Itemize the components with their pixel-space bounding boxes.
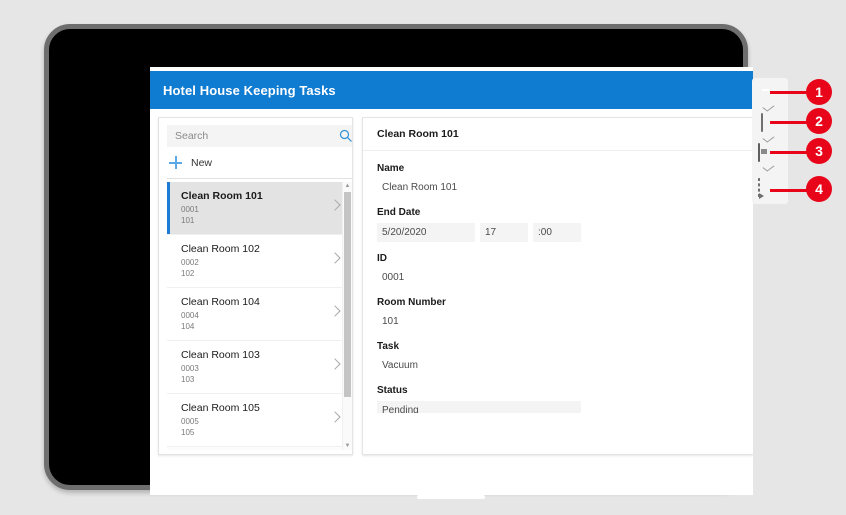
list-item-title: Clean Room 104 [181,296,260,308]
field-task-value[interactable]: Vacuum [377,357,753,374]
field-room-number: Room Number 101 [377,297,753,330]
chevron-down-icon[interactable] [762,162,775,172]
field-name: Name Clean Room 101 [377,163,753,196]
search-icon[interactable] [339,129,352,143]
detail-title: Clean Room 101 [377,128,459,140]
scroll-up-icon[interactable]: ▲ [344,182,351,190]
list-item[interactable]: Clean Room 103 0003 103 [167,341,352,394]
field-task: Task Vacuum [377,341,753,374]
field-end-date-row: 5/20/2020 17 :00 [377,223,753,242]
list-item-title: Clean Room 105 [181,402,260,414]
field-id: ID 0001 [377,253,753,286]
app-title: Hotel House Keeping Tasks [163,82,336,98]
list-item-room: 102 [181,269,195,278]
field-id-value[interactable]: 0001 [377,269,753,286]
list-item-title: Clean Room 101 [181,190,263,202]
detail-form: Name Clean Room 101 End Date 5/20/2020 1… [363,151,753,454]
list-item[interactable]: Clean Room 104 0004 104 [167,288,352,341]
field-id-label: ID [377,253,387,264]
callout-badge-3: 3 [806,138,832,164]
task-list[interactable]: Clean Room 101 0001 101 Clean Room 102 0… [167,182,352,450]
chevron-right-icon [329,252,341,264]
plus-icon [169,156,182,169]
screenshot-snip-icon[interactable] [758,178,778,197]
list-item[interactable]: Clean Room 101 0001 101 [167,182,352,235]
list-panel: New Clean Room 101 0001 101 Clean Room [158,117,353,455]
list-item-title: Clean Room 102 [181,243,260,255]
field-name-value[interactable]: Clean Room 101 [377,179,753,196]
chevron-down-icon[interactable] [762,133,775,143]
list-item-id: 0001 [181,205,199,214]
chevron-right-icon [329,305,341,317]
search-input[interactable] [167,129,327,143]
app-header: Hotel House Keeping Tasks [150,71,753,109]
field-end-date: End Date 5/20/2020 17 :00 [377,207,753,242]
new-button-label: New [191,156,213,169]
end-date-date-input[interactable]: 5/20/2020 [377,223,475,242]
field-status: Status Pending [377,385,753,413]
app-body: New Clean Room 101 0001 101 Clean Room [150,109,753,455]
field-status-clip: Pending [377,401,753,413]
tablet-device-frame: Hotel House Keeping Tasks Search New Cle… [44,24,753,499]
callout-badge-1: 1 [806,79,832,105]
end-date-minute-input[interactable]: :00 [533,223,581,242]
list-item[interactable]: Clean Room 105 0005 105 [167,394,352,447]
new-button[interactable]: New [169,156,212,169]
list-item-room: 103 [181,375,195,384]
chevron-right-icon [329,199,341,211]
chevron-right-icon [329,358,341,370]
device-screen: Hotel House Keeping Tasks Search New Cle… [150,67,753,495]
detail-panel: Clean Room 101 Name Clean Room 101 End D… [362,117,753,455]
end-date-hour-input[interactable]: 17 [480,223,528,242]
field-status-value[interactable]: Pending [377,401,581,413]
list-divider [167,178,352,179]
annotation-toolbar [752,78,788,204]
search-box[interactable] [167,125,352,147]
list-item-id: 0003 [181,364,199,373]
detail-header: Clean Room 101 [363,118,753,151]
field-room-number-value[interactable]: 101 [377,313,753,330]
field-task-label: Task [377,341,400,352]
list-item-room: 101 [181,216,195,225]
field-end-date-label: End Date [377,207,421,218]
list-item[interactable]: Clean Room 102 0002 102 [167,235,352,288]
list-item-id: 0002 [181,258,199,267]
list-item-room: 105 [181,428,195,437]
chevron-down-icon[interactable] [762,102,775,112]
home-indicator [417,495,485,499]
list-scrollbar[interactable]: ▲ ▼ [342,182,352,450]
list-item-title: Clean Room 103 [181,349,260,361]
callout-badge-4: 4 [806,176,832,202]
selection-accent-bar [167,182,170,234]
callout-badge-2: 2 [806,108,832,134]
list-item-room: 104 [181,322,195,331]
scrollbar-thumb[interactable] [344,192,351,397]
field-status-label: Status [377,385,408,396]
list-item-id: 0005 [181,417,199,426]
list-item-id: 0004 [181,311,199,320]
screenshot-root: Hotel House Keeping Tasks Search New Cle… [0,0,846,515]
field-room-number-label: Room Number [377,297,446,308]
scroll-down-icon[interactable]: ▼ [344,442,351,450]
chevron-right-icon [329,411,341,423]
field-name-label: Name [377,163,405,174]
